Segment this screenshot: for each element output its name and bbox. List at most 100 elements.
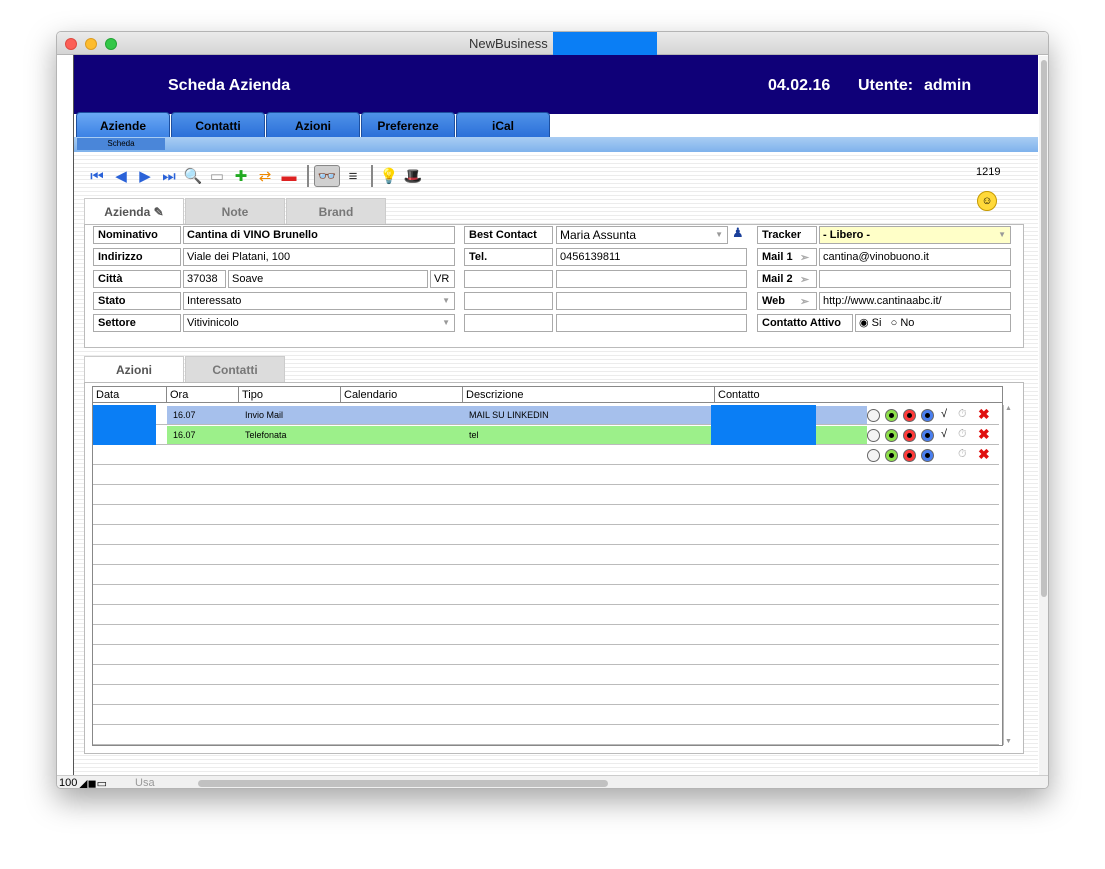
zoom-level[interactable]: 100 bbox=[59, 777, 77, 788]
done-check[interactable]: √ bbox=[941, 408, 947, 420]
table-row[interactable]: 16.07 Telefonata tel √ ⏱ ✖ bbox=[93, 425, 999, 445]
table-row[interactable] bbox=[93, 725, 999, 745]
close-button[interactable] bbox=[65, 38, 77, 50]
web-field[interactable]: http://www.cantinaabc.it/ bbox=[819, 292, 1011, 310]
tel-field[interactable]: 0456139811 bbox=[556, 248, 747, 266]
radio-si[interactable]: ◉ Si bbox=[859, 317, 881, 329]
table-row[interactable] bbox=[93, 465, 999, 485]
settore-select[interactable]: Vitivinicolo bbox=[183, 314, 455, 332]
search-icon[interactable]: 🔍 bbox=[182, 165, 204, 187]
status-blue-icon[interactable] bbox=[921, 449, 934, 462]
send-mail-icon[interactable]: ➢ bbox=[800, 250, 809, 266]
tab-aziende[interactable]: Aziende bbox=[76, 112, 170, 138]
tab-contatti-list[interactable]: Contatti bbox=[185, 356, 285, 382]
horizontal-scroll-thumb[interactable] bbox=[198, 780, 608, 787]
folder-icon[interactable]: ▭ bbox=[206, 165, 228, 187]
zoom-icons[interactable]: ◢◼▭ bbox=[79, 777, 107, 788]
col-calendario[interactable]: Calendario bbox=[341, 387, 463, 403]
status-blue-icon[interactable] bbox=[921, 429, 934, 442]
smiley-icon[interactable]: ☺ bbox=[977, 191, 997, 211]
nominativo-field[interactable]: Cantina di VINO Brunello bbox=[183, 226, 455, 244]
best-contact-select[interactable]: Maria Assunta bbox=[556, 226, 728, 244]
table-row[interactable] bbox=[93, 685, 999, 705]
status-green-icon[interactable] bbox=[885, 429, 898, 442]
status-red-icon[interactable] bbox=[903, 449, 916, 462]
extra-field-2[interactable] bbox=[556, 292, 747, 310]
scroll-thumb[interactable] bbox=[1041, 60, 1047, 597]
stato-select[interactable]: Interessato bbox=[183, 292, 455, 310]
table-row[interactable] bbox=[93, 625, 999, 645]
status-green-icon[interactable] bbox=[885, 449, 898, 462]
zoom-button[interactable] bbox=[105, 38, 117, 50]
magic-hat-icon[interactable]: 🎩 bbox=[402, 165, 424, 187]
col-ora[interactable]: Ora bbox=[167, 387, 239, 403]
tab-azioni-list[interactable]: Azioni bbox=[84, 356, 184, 382]
subtab-scheda[interactable]: Scheda bbox=[77, 138, 165, 150]
next-record-icon[interactable]: ▶ bbox=[134, 165, 156, 187]
table-row[interactable] bbox=[93, 545, 999, 565]
table-row[interactable]: ⏱ ✖ bbox=[93, 445, 999, 465]
table-row[interactable] bbox=[93, 525, 999, 545]
radio-no[interactable]: ○ No bbox=[891, 317, 915, 329]
status-none-icon[interactable] bbox=[867, 449, 880, 462]
tab-contatti[interactable]: Contatti bbox=[171, 112, 265, 138]
delete-record-icon[interactable]: ▬ bbox=[278, 165, 300, 187]
delete-row-icon[interactable]: ✖ bbox=[978, 426, 990, 443]
col-descrizione[interactable]: Descrizione bbox=[463, 387, 715, 403]
provincia-field[interactable]: VR bbox=[430, 270, 455, 288]
tab-note[interactable]: Note bbox=[185, 198, 285, 224]
last-record-icon[interactable]: ⏭ bbox=[158, 165, 180, 187]
tracker-select[interactable]: - Libero - bbox=[819, 226, 1011, 244]
table-row[interactable] bbox=[93, 665, 999, 685]
table-row[interactable] bbox=[93, 485, 999, 505]
alarm-icon[interactable]: ⏱ bbox=[958, 408, 967, 421]
done-check[interactable]: √ bbox=[941, 428, 947, 440]
table-row[interactable] bbox=[93, 605, 999, 625]
alarm-icon[interactable]: ⏱ bbox=[958, 428, 967, 441]
mail2-field[interactable] bbox=[819, 270, 1011, 288]
delete-row-icon[interactable]: ✖ bbox=[978, 406, 990, 423]
minimize-button[interactable] bbox=[85, 38, 97, 50]
first-record-icon[interactable]: ⏮ bbox=[86, 165, 108, 187]
tab-ical[interactable]: iCal bbox=[456, 112, 550, 138]
window-scrollbar[interactable] bbox=[1039, 56, 1048, 776]
sync-icon[interactable]: ⇄ bbox=[254, 165, 276, 187]
citta-field[interactable]: Soave bbox=[228, 270, 428, 288]
extra-field-3[interactable] bbox=[556, 314, 747, 332]
status-green-icon[interactable] bbox=[885, 409, 898, 422]
cap-field[interactable]: 37038 bbox=[183, 270, 226, 288]
grid-scrollbar[interactable]: ▲ ▼ bbox=[1003, 405, 1014, 745]
status-none-icon[interactable] bbox=[867, 429, 880, 442]
indirizzo-field[interactable]: Viale dei Platani, 100 bbox=[183, 248, 455, 266]
open-web-icon[interactable]: ➢ bbox=[800, 294, 809, 310]
binoculars-icon[interactable]: 👓 bbox=[314, 165, 340, 187]
add-record-icon[interactable]: ✚ bbox=[230, 165, 252, 187]
col-data[interactable]: Data bbox=[93, 387, 167, 403]
status-blue-icon[interactable] bbox=[921, 409, 934, 422]
scroll-up-icon[interactable]: ▲ bbox=[1005, 405, 1012, 412]
list-icon[interactable]: ≡ bbox=[342, 165, 364, 187]
send-mail-icon[interactable]: ➢ bbox=[800, 272, 809, 288]
alarm-icon[interactable]: ⏱ bbox=[958, 448, 967, 461]
status-red-icon[interactable] bbox=[903, 429, 916, 442]
status-red-icon[interactable] bbox=[903, 409, 916, 422]
mail1-field[interactable]: cantina@vinobuono.it bbox=[819, 248, 1011, 266]
table-row[interactable] bbox=[93, 645, 999, 665]
status-none-icon[interactable] bbox=[867, 409, 880, 422]
table-row[interactable] bbox=[93, 565, 999, 585]
col-contatto[interactable]: Contatto bbox=[715, 387, 1004, 403]
tab-azienda[interactable]: Azienda ✎ bbox=[84, 198, 184, 224]
table-row[interactable] bbox=[93, 705, 999, 725]
tab-brand[interactable]: Brand bbox=[286, 198, 386, 224]
extra-field-1[interactable] bbox=[556, 270, 747, 288]
previous-record-icon[interactable]: ◀ bbox=[110, 165, 132, 187]
col-tipo[interactable]: Tipo bbox=[239, 387, 341, 403]
table-row[interactable] bbox=[93, 585, 999, 605]
tab-preferenze[interactable]: Preferenze bbox=[361, 112, 455, 138]
delete-row-icon[interactable]: ✖ bbox=[978, 446, 990, 463]
tab-azioni[interactable]: Azioni bbox=[266, 112, 360, 138]
person-icon[interactable]: ♟ bbox=[732, 225, 744, 241]
scroll-down-icon[interactable]: ▼ bbox=[1005, 738, 1012, 745]
lightbulb-icon[interactable]: 💡 bbox=[378, 165, 400, 187]
table-row[interactable] bbox=[93, 505, 999, 525]
